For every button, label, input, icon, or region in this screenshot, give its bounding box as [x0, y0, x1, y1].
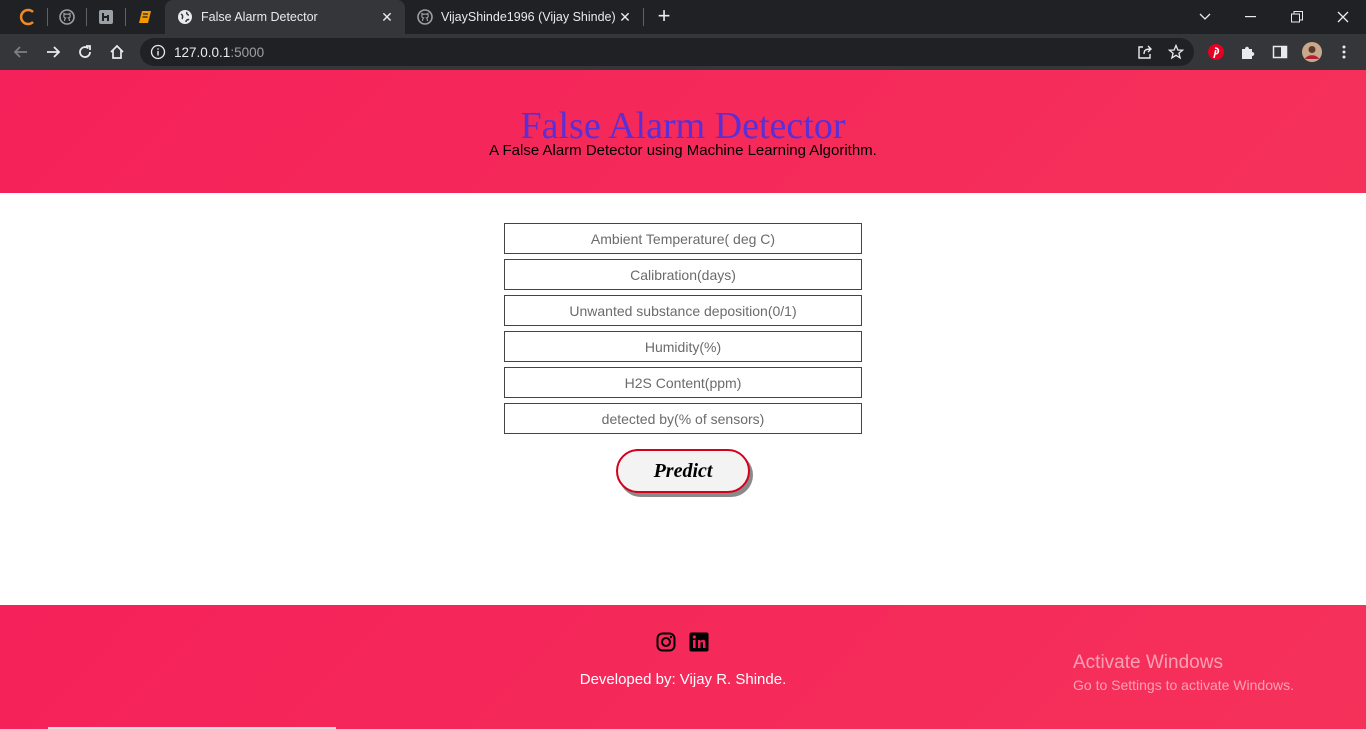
pinned-tab-orange-app[interactable] [9, 0, 47, 34]
tab-github-profile[interactable]: VijayShinde1996 (Vijay Shinde) ✕ [405, 0, 643, 34]
ambient-temperature-input[interactable]: Ambient Temperature( deg C) [504, 223, 862, 254]
url-text: 127.0.0.1:5000 [174, 45, 264, 60]
address-bar[interactable]: 127.0.0.1:5000 [140, 38, 1194, 66]
bookmark-star-icon[interactable] [1167, 43, 1185, 61]
page-subtitle: A False Alarm Detector using Machine Lea… [489, 142, 877, 159]
h-app-icon [99, 10, 113, 24]
tab-title: VijayShinde1996 (Vijay Shinde) [441, 10, 616, 24]
notebook-icon [139, 11, 151, 23]
humidity-input[interactable]: Humidity(%) [504, 331, 862, 362]
prediction-form: Ambient Temperature( deg C) Calibration(… [504, 223, 862, 439]
side-panel-icon[interactable] [1268, 40, 1292, 64]
h2s-content-input[interactable]: H2S Content(ppm) [504, 367, 862, 398]
pinned-tab-github[interactable] [48, 0, 86, 34]
back-arrow-icon[interactable] [9, 40, 33, 64]
tab-close-icon[interactable]: ✕ [617, 9, 633, 25]
profile-avatar-icon[interactable] [1300, 40, 1324, 64]
extensions-puzzle-icon[interactable] [1236, 40, 1260, 64]
new-tab-plus-icon[interactable]: + [652, 5, 676, 29]
browser-menu-icon[interactable] [1332, 40, 1356, 64]
globe-icon [177, 9, 193, 25]
tab-close-icon[interactable]: ✕ [379, 9, 395, 25]
unwanted-substance-input[interactable]: Unwanted substance deposition(0/1) [504, 295, 862, 326]
watermark-line1: Activate Windows [1073, 652, 1223, 673]
browser-toolbar: 127.0.0.1:5000 [0, 34, 1366, 70]
windows-activation-watermark: Activate Windows Go to Settings to activ… [1073, 652, 1294, 693]
instagram-icon[interactable] [656, 632, 678, 654]
pinterest-extension-icon[interactable] [1204, 40, 1228, 64]
site-info-icon[interactable] [150, 44, 166, 60]
tab-search-chevron-icon[interactable] [1182, 0, 1228, 34]
github-icon [417, 9, 433, 25]
browser-tab-strip: False Alarm Detector ✕ VijayShinde1996 (… [0, 0, 1366, 34]
linkedin-icon[interactable] [689, 632, 711, 654]
watermark-line2: Go to Settings to activate Windows. [1073, 677, 1294, 693]
forward-arrow-icon[interactable] [41, 40, 65, 64]
calibration-input[interactable]: Calibration(days) [504, 259, 862, 290]
header-banner: False Alarm Detector A False Alarm Detec… [0, 70, 1366, 193]
pinned-tab-h-app[interactable] [87, 0, 125, 34]
pinned-tab-notebook[interactable] [126, 0, 164, 34]
url-host: 127.0.0.1 [174, 45, 231, 60]
tab-separator [643, 8, 644, 26]
minimize-icon[interactable] [1228, 0, 1274, 34]
tab-title: False Alarm Detector [201, 10, 318, 24]
predict-button[interactable]: Predict [616, 449, 750, 493]
footer: Developed by: Vijay R. Shinde. Activate … [0, 605, 1366, 729]
restore-icon[interactable] [1274, 0, 1320, 34]
window-close-icon[interactable] [1320, 0, 1366, 34]
share-icon[interactable] [1136, 43, 1154, 61]
page-title: False Alarm Detector [520, 105, 846, 147]
url-port: :5000 [230, 45, 265, 60]
orange-ring-icon [19, 8, 34, 26]
reload-icon[interactable] [73, 40, 97, 64]
tab-false-alarm-detector[interactable]: False Alarm Detector ✕ [165, 0, 405, 34]
detected-by-input[interactable]: detected by(% of sensors) [504, 403, 862, 434]
home-icon[interactable] [105, 40, 129, 64]
github-icon [59, 9, 75, 25]
